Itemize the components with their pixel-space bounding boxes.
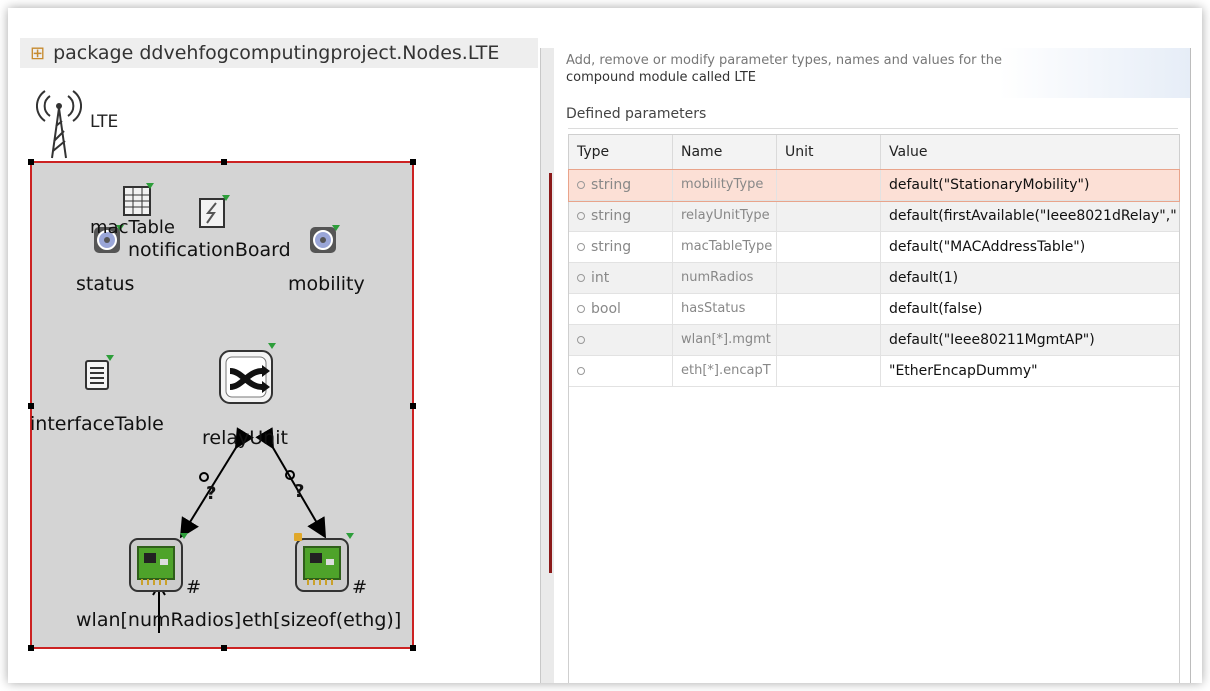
table-row[interactable]: string macTableType default("MACAddressT… <box>569 232 1179 263</box>
status-label: status <box>76 273 135 295</box>
eth-connection-marker: ? <box>294 481 305 502</box>
param-value[interactable]: default("MACAddressTable") <box>881 232 1179 262</box>
table-row[interactable]: bool hasStatus default(false) <box>569 294 1179 325</box>
parameter-bullet-icon <box>577 212 585 220</box>
antenna-icon[interactable] <box>36 86 82 160</box>
package-icon: ⊞ <box>30 42 46 64</box>
editor-edge-marker <box>549 173 552 573</box>
column-header-name[interactable]: Name <box>673 135 777 169</box>
table-row[interactable]: int numRadios default(1) <box>569 263 1179 294</box>
parameters-dialog: Add, remove or modify parameter types, n… <box>554 48 1191 683</box>
notificationboard-label: notificationBoard <box>128 239 291 261</box>
module-name-label: LTE <box>90 112 119 132</box>
parameter-bullet-icon <box>577 367 585 375</box>
switch-icon[interactable] <box>218 343 278 407</box>
param-unit[interactable] <box>777 263 881 293</box>
parameter-bullet-icon <box>577 305 585 313</box>
param-unit[interactable] <box>777 356 881 386</box>
package-header: ⊞ package ddvehfogcomputingproject.Nodes… <box>20 38 538 68</box>
compound-module-canvas[interactable]: macTable notificationBoard status mobili… <box>28 159 416 651</box>
column-header-value[interactable]: Value <box>881 135 1179 169</box>
parameter-bullet-icon <box>577 336 585 344</box>
param-unit[interactable] <box>777 232 881 262</box>
param-name[interactable]: eth[*].encapT <box>673 356 777 386</box>
param-name[interactable]: mobilityType <box>673 170 777 200</box>
column-header-type[interactable]: Type <box>569 135 673 169</box>
defined-parameters-label: Defined parameters <box>566 106 707 122</box>
param-value[interactable]: default(1) <box>881 263 1179 293</box>
param-name[interactable]: macTableType <box>673 232 777 262</box>
eth-vector-marker: # <box>352 577 368 598</box>
param-unit[interactable] <box>777 294 881 324</box>
parameter-bullet-icon <box>577 274 585 282</box>
table-row[interactable]: string mobilityType default("StationaryM… <box>568 169 1180 202</box>
param-type: string <box>591 239 632 255</box>
interface-table-icon[interactable] <box>84 355 116 393</box>
table-icon[interactable] <box>122 183 154 219</box>
editor-split-border <box>540 48 555 683</box>
param-name[interactable]: relayUnitType <box>673 201 777 231</box>
interfacetable-label: interfaceTable <box>30 413 164 435</box>
network-card-icon[interactable] <box>128 533 190 593</box>
wlan-vector-marker: # <box>186 577 202 598</box>
param-value[interactable]: default("StationaryMobility") <box>881 170 1179 200</box>
param-name[interactable]: numRadios <box>673 263 777 293</box>
table-header: Type Name Unit Value <box>569 135 1179 170</box>
description-line: compound module called LTE <box>566 70 757 85</box>
param-unit[interactable] <box>777 325 881 355</box>
param-value[interactable]: "EtherEncapDummy" <box>881 356 1179 386</box>
param-name[interactable]: wlan[*].mgmt <box>673 325 777 355</box>
group-divider <box>568 128 1178 129</box>
parameter-bullet-icon <box>577 243 585 251</box>
wlan-label: wlan[numRadios] <box>76 609 242 631</box>
table-row[interactable]: wlan[*].mgmt default("Ieee80211MgmtAP") <box>569 325 1179 356</box>
relayunit-label: relayUnit <box>202 427 288 449</box>
notification-board-icon[interactable] <box>198 195 230 231</box>
mactable-label: macTable <box>90 217 176 238</box>
dialog-header: Add, remove or modify parameter types, n… <box>554 48 1190 98</box>
parameters-table[interactable]: Type Name Unit Value string mobilityType… <box>568 134 1180 683</box>
table-row[interactable]: eth[*].encapT "EtherEncapDummy" <box>569 356 1179 387</box>
param-unit[interactable] <box>777 170 881 200</box>
parameter-bullet-icon <box>577 181 585 189</box>
dialog-description: Add, remove or modify parameter types, n… <box>566 52 1126 86</box>
param-value[interactable]: default("Ieee80211MgmtAP") <box>881 325 1179 355</box>
eth-label: eth[sizeof(ethg)] <box>242 609 402 631</box>
package-label: package ddvehfogcomputingproject.Nodes.L… <box>53 42 500 64</box>
param-type: bool <box>591 301 621 317</box>
param-type: string <box>591 177 632 193</box>
mobility-label: mobility <box>288 273 365 295</box>
gear-icon[interactable] <box>308 225 340 257</box>
param-type: int <box>591 270 610 286</box>
wlan-connection-marker: ? <box>206 483 217 504</box>
param-value[interactable]: default(false) <box>881 294 1179 324</box>
param-value[interactable]: default(firstAvailable("Ieee8021dRelay",… <box>881 201 1179 231</box>
param-unit[interactable] <box>777 201 881 231</box>
description-line: Add, remove or modify parameter types, n… <box>566 53 1002 68</box>
table-row[interactable]: string relayUnitType default(firstAvaila… <box>569 201 1179 232</box>
screenshot-frame: ⊞ package ddvehfogcomputingproject.Nodes… <box>8 8 1202 683</box>
param-type: string <box>591 208 632 224</box>
network-card-icon[interactable] <box>294 533 356 593</box>
column-header-unit[interactable]: Unit <box>777 135 881 169</box>
param-name[interactable]: hasStatus <box>673 294 777 324</box>
